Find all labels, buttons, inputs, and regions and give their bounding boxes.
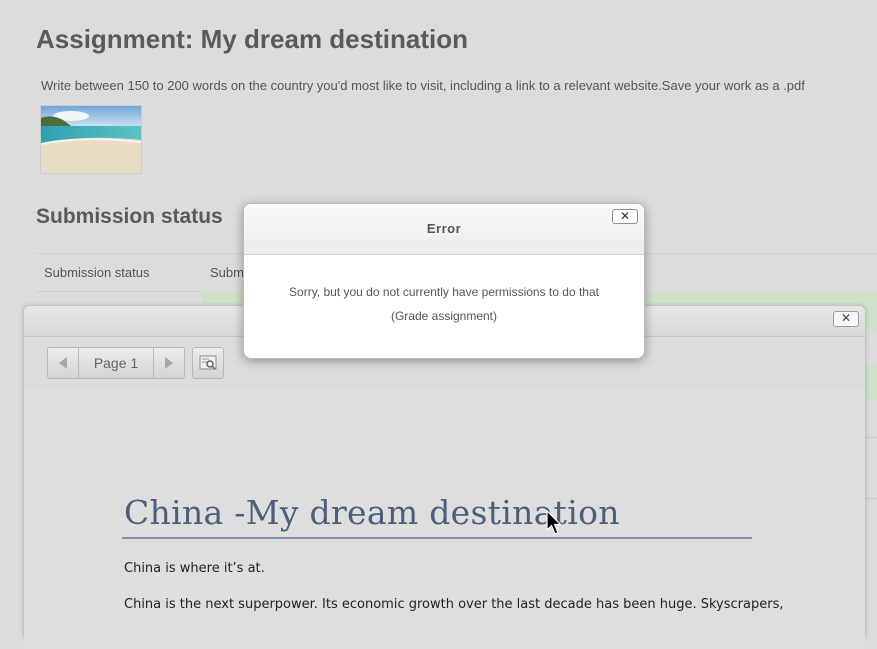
- error-message: Sorry, but you do not currently have per…: [264, 280, 624, 328]
- search-comments-icon: [199, 355, 217, 370]
- error-dialog-header: Error ✕: [244, 204, 644, 255]
- document-paragraph: China is where it’s at.: [124, 561, 265, 576]
- error-dialog: Error ✕ Sorry, but you do not currently …: [243, 203, 645, 359]
- page-select[interactable]: Page 1: [79, 348, 153, 378]
- status-row-value: Subm: [210, 265, 244, 280]
- submission-status-heading: Submission status: [36, 205, 223, 228]
- chevron-right-icon: [165, 357, 173, 369]
- status-row-label: Submission status: [44, 265, 150, 280]
- mouse-pointer-icon: [546, 510, 562, 535]
- previous-page-button[interactable]: [48, 348, 79, 378]
- page-navigator: Page 1: [47, 347, 185, 379]
- error-message-line: Sorry, but you do not currently have per…: [289, 285, 599, 299]
- document-title-rule: [122, 537, 752, 539]
- error-dialog-title: Error: [426, 221, 462, 236]
- assignment-intro: Write between 150 to 200 words on the co…: [41, 78, 805, 93]
- error-message-line: (Grade assignment): [390, 309, 498, 323]
- document-page: China -My dream destination China is whe…: [24, 389, 865, 649]
- document-paragraph: China is the next superpower. Its econom…: [124, 597, 784, 612]
- error-close-button[interactable]: ✕: [612, 209, 638, 224]
- next-page-button[interactable]: [153, 348, 184, 378]
- grader-close-button[interactable]: ✕: [833, 311, 859, 327]
- beach-image: [41, 106, 141, 173]
- close-icon: ✕: [840, 311, 852, 325]
- page-title: Assignment: My dream destination: [36, 24, 468, 54]
- chevron-left-icon: [59, 357, 67, 369]
- search-comments-button[interactable]: [192, 347, 224, 379]
- close-icon: ✕: [619, 209, 631, 223]
